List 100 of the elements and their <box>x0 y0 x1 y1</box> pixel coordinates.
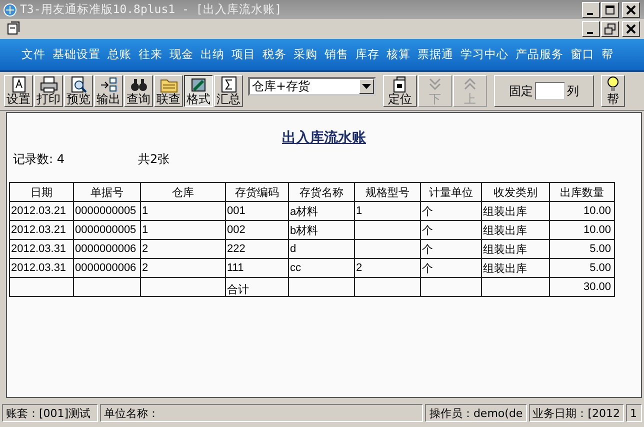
maximize-icon <box>604 4 616 16</box>
minimize-icon <box>587 12 593 14</box>
app-icon <box>3 2 17 16</box>
menu-item[interactable]: 现金 <box>166 47 197 62</box>
status-field: 1 <box>626 404 642 422</box>
table-cell: 个 <box>420 258 482 278</box>
menu-item[interactable]: 文件 <box>18 47 49 62</box>
menu-item[interactable]: 库存 <box>352 47 383 62</box>
table-cell: 002 <box>226 220 288 240</box>
column-header: 规格型号 <box>354 182 420 202</box>
status-field: 操作员：demo(de <box>425 404 527 422</box>
export-icon <box>100 76 118 93</box>
table-cell: 2012.03.21 <box>10 202 74 220</box>
table-cell: 组装出库 <box>482 220 550 240</box>
column-label: 列 <box>567 82 579 100</box>
menu-item[interactable]: 帮 <box>598 47 617 62</box>
menu-item[interactable]: 项目 <box>228 47 259 62</box>
column-header: 收发类别 <box>482 182 550 202</box>
table-cell: 个 <box>420 202 482 220</box>
help-button[interactable]: 帮 <box>601 75 625 107</box>
minimize-button[interactable] <box>582 21 600 37</box>
menu-item[interactable]: 票据通 <box>414 47 457 62</box>
table-cell: 1 <box>354 202 420 220</box>
document-icon[interactable] <box>6 21 22 37</box>
table-cell: 组装出库 <box>482 258 550 278</box>
table-cell: 2 <box>140 258 226 278</box>
table-cell: 组装出库 <box>482 202 550 220</box>
minimize-button[interactable] <box>582 2 600 18</box>
menu-item[interactable]: 出纳 <box>197 47 228 62</box>
status-field: 单位名称： <box>100 404 424 422</box>
restore-button[interactable] <box>601 21 619 37</box>
toolbar-button[interactable]: 预览 <box>64 75 93 107</box>
table-cell: 5.00 <box>550 240 614 258</box>
menu-item[interactable]: 总账 <box>104 47 135 62</box>
status-field: 账套：[001]测试 <box>2 404 98 422</box>
table-cell: 个 <box>420 240 482 258</box>
document-icon <box>10 76 28 93</box>
toolbar-button[interactable]: 输出 <box>94 75 123 107</box>
window-title: T3-用友通标准版10.8plus1 - [出入库流水账] <box>20 2 283 17</box>
column-header: 存货编码 <box>226 182 288 202</box>
table-cell: 2012.03.21 <box>10 220 74 240</box>
restore-icon <box>604 23 616 35</box>
table-cell: 2 <box>354 258 420 278</box>
sigma-icon <box>220 76 238 93</box>
toolbar-button[interactable]: 设置 <box>4 75 33 107</box>
column-header: 单据号 <box>74 182 140 202</box>
menu-item[interactable]: 销售 <box>321 47 352 62</box>
toolbar-button[interactable]: 查询 <box>124 75 153 107</box>
fixed-label: 固定 <box>509 82 533 100</box>
dropdown[interactable]: 仓库+存货 <box>248 76 376 96</box>
report-title: 出入库流水账 <box>282 130 366 146</box>
table-cell: 5.00 <box>550 258 614 278</box>
toolbar-button[interactable]: 格式 <box>184 75 213 107</box>
column-header: 计量单位 <box>420 182 482 202</box>
total-cell: 30.00 <box>550 278 614 296</box>
close-button[interactable] <box>622 2 640 18</box>
dropdown-arrow-icon <box>362 84 371 88</box>
menu-item[interactable]: 产品服务 <box>512 47 567 62</box>
table-cell: 2012.03.31 <box>10 240 74 258</box>
maximize-button[interactable] <box>601 2 619 18</box>
menu-item[interactable]: 窗口 <box>567 47 598 62</box>
close-button[interactable] <box>622 21 640 37</box>
table-cell: 10.00 <box>550 202 614 220</box>
toolbar-button[interactable]: 打印 <box>34 75 63 107</box>
table-cell: 111 <box>226 258 288 278</box>
menu-item[interactable]: 核算 <box>383 47 414 62</box>
magnifier-icon <box>70 76 88 93</box>
menu-item[interactable]: 税务 <box>259 47 290 62</box>
total-label: 合计 <box>226 278 288 296</box>
column-header: 存货名称 <box>288 182 354 202</box>
column-header: 日期 <box>10 182 74 202</box>
table-cell: 10.00 <box>550 220 614 240</box>
column-count-field[interactable] <box>535 82 565 100</box>
column-header: 仓库 <box>140 182 226 202</box>
table-cell: 0000000006 <box>74 258 140 278</box>
table-cell: cc <box>288 258 354 278</box>
table-cell: 个 <box>420 220 482 240</box>
table-cell: 222 <box>226 240 288 258</box>
table-cell: 2012.03.31 <box>10 258 74 278</box>
page-count: 共2张 <box>138 151 170 167</box>
table-cell: b材料 <box>288 220 354 240</box>
status-field: 业务日期：[2012 <box>528 404 624 422</box>
table-cell: d <box>288 240 354 258</box>
toolbar-button[interactable]: 联查 <box>154 75 183 107</box>
table-cell: 0000000005 <box>74 202 140 220</box>
table-cell: 0000000005 <box>74 220 140 240</box>
menu-item[interactable]: 采购 <box>290 47 321 62</box>
table-cell: 001 <box>226 202 288 220</box>
binoculars-icon <box>130 76 148 93</box>
table-cell: 1 <box>140 202 226 220</box>
table-cell: 0000000006 <box>74 240 140 258</box>
table-cell: 1 <box>140 220 226 240</box>
toolbar-button[interactable]: 汇总 <box>214 75 243 107</box>
menu-item[interactable]: 往来 <box>135 47 166 62</box>
table-cell: 组装出库 <box>482 240 550 258</box>
menu-item[interactable]: 学习中心 <box>457 47 512 62</box>
menu-item[interactable]: 基础设置 <box>49 47 104 62</box>
toolbar-button[interactable]: 定位 <box>383 75 417 107</box>
table-cell: 2 <box>140 240 226 258</box>
column-header: 出库数量 <box>550 182 614 202</box>
